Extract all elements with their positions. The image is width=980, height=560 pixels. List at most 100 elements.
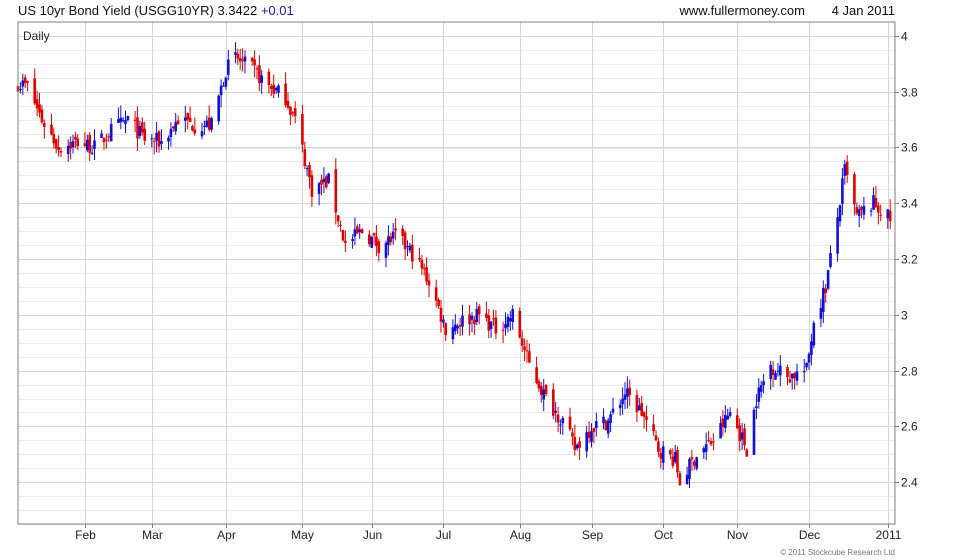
candle-body xyxy=(738,425,741,442)
candle-body xyxy=(23,77,27,84)
candle-body xyxy=(219,85,223,96)
candle-body xyxy=(186,113,189,120)
y-tick-label: 3.4 xyxy=(901,197,918,211)
candle-body xyxy=(595,421,598,428)
candle-body xyxy=(879,215,882,217)
candle-body xyxy=(59,151,63,153)
candle-body xyxy=(341,230,345,241)
candle-body xyxy=(688,458,691,479)
candle-body xyxy=(54,139,58,149)
candle-body xyxy=(790,373,794,379)
candle-body xyxy=(339,224,342,226)
candle-body xyxy=(621,398,624,405)
date-label: 4 Jan 2011 xyxy=(832,3,895,18)
candle-body xyxy=(755,406,758,408)
candle-body xyxy=(838,205,842,222)
candle-body xyxy=(518,310,522,338)
candle-body xyxy=(109,124,113,142)
candle-body xyxy=(623,394,627,400)
x-tick-label: Sep xyxy=(582,528,604,542)
candle-body xyxy=(169,128,173,137)
candle-body xyxy=(360,229,364,233)
y-tick-label: 3.6 xyxy=(901,141,918,155)
candle-body xyxy=(222,85,225,87)
candle-body xyxy=(456,326,459,329)
candle-body xyxy=(602,416,605,424)
candle-body xyxy=(277,85,280,93)
candle-body xyxy=(874,198,878,207)
candle-body xyxy=(645,416,648,420)
candle-body xyxy=(394,228,397,231)
candle-body xyxy=(71,141,75,148)
candle-body xyxy=(468,314,471,325)
candle-body xyxy=(487,315,491,331)
candle-body xyxy=(200,131,204,137)
candle-body xyxy=(736,415,739,429)
candle-body xyxy=(236,53,240,59)
candle-body xyxy=(317,183,321,194)
candle-body xyxy=(356,226,359,234)
candle-body xyxy=(501,329,505,331)
candle-body xyxy=(788,379,792,383)
candle-body xyxy=(568,416,572,430)
candle-body xyxy=(375,236,378,247)
candle-body xyxy=(38,104,41,113)
candle-body xyxy=(707,439,710,441)
candle-body xyxy=(853,174,856,205)
candle-body xyxy=(590,431,593,442)
candle-body xyxy=(327,173,330,183)
candle-body xyxy=(795,371,799,381)
candle-body xyxy=(358,229,361,232)
candle-body xyxy=(124,120,127,125)
candle-body xyxy=(250,57,254,62)
candle xyxy=(826,269,830,291)
candle-body xyxy=(678,473,682,486)
candle-body xyxy=(205,120,209,127)
candle-body xyxy=(812,322,816,346)
candle-body xyxy=(336,215,340,222)
x-tick-label: 2011 xyxy=(876,528,902,542)
candle xyxy=(745,448,749,457)
candle-body xyxy=(690,457,694,460)
candle-body xyxy=(657,441,660,452)
candle-body xyxy=(652,424,655,432)
candle-body xyxy=(439,307,443,322)
candle-body xyxy=(274,87,278,91)
x-tick-label: Oct xyxy=(654,528,673,542)
candle xyxy=(217,94,220,125)
candle-body xyxy=(724,414,727,428)
candle-body xyxy=(320,179,323,185)
candle-body xyxy=(752,409,756,455)
candle-body xyxy=(554,410,557,413)
candle-body xyxy=(855,207,859,214)
candle-body xyxy=(509,318,512,322)
y-tick-label: 2.6 xyxy=(901,420,918,434)
candle-body xyxy=(19,88,22,90)
candle-body xyxy=(559,424,562,426)
candle-body xyxy=(693,461,696,466)
chart-title: US 10yr Bond Yield (USGG10YR) 3.3422 +0.… xyxy=(18,3,294,18)
candlestick-chart: US 10yr Bond Yield (USGG10YR) 3.3422 +0.… xyxy=(0,0,980,560)
candle xyxy=(327,172,330,184)
candle-body xyxy=(217,95,220,122)
candle-body xyxy=(489,321,493,329)
candle-body xyxy=(504,324,507,329)
candle-body xyxy=(384,242,388,258)
y-tick-label: 3.8 xyxy=(901,86,918,100)
candle-body xyxy=(301,114,304,145)
candle-body xyxy=(253,59,256,66)
candle-body xyxy=(117,119,120,123)
x-tick-label: Jun xyxy=(363,528,382,542)
candle-body xyxy=(528,351,531,363)
y-tick-label: 3 xyxy=(901,309,908,323)
candle-body xyxy=(418,257,421,260)
candle-body xyxy=(387,236,390,246)
candle-body xyxy=(102,137,106,143)
candle-body xyxy=(372,233,376,236)
candle-body xyxy=(642,411,646,417)
candle-body xyxy=(272,84,275,94)
candle-body xyxy=(661,446,665,463)
candle-body xyxy=(494,317,498,334)
candle-body xyxy=(334,169,338,213)
candle-body xyxy=(193,129,197,134)
